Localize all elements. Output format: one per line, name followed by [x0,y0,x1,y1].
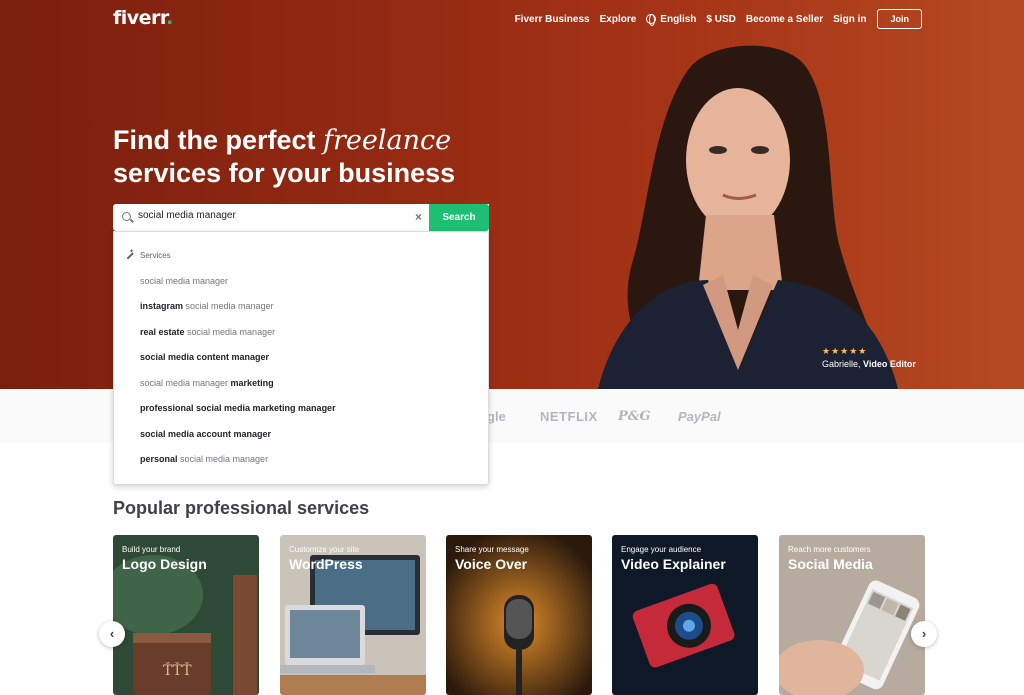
clear-icon[interactable]: × [415,210,422,224]
brand-logo-google: gle [487,409,506,424]
suggestion-item[interactable]: personal social media manager [140,454,268,464]
chevron-right-icon: › [921,626,927,641]
magic-wand-icon [125,248,134,260]
service-card-logo-design[interactable]: ŤŤŤ Build your brand Logo Design [113,535,259,695]
suggestion-item[interactable]: social media manager [140,276,228,286]
suggestions-section-header: Services [125,248,171,260]
nav-sign-in[interactable]: Sign in [833,14,866,25]
nav-become-seller[interactable]: Become a Seller [746,14,823,25]
suggestion-item[interactable]: instagram social media manager [140,301,274,311]
suggestion-item[interactable]: professional social media marketing mana… [140,403,336,413]
fiverr-logo[interactable]: fiverr. [113,7,173,29]
suggestion-item[interactable]: social media content manager [140,352,269,362]
suggestion-item[interactable]: real estate social media manager [140,327,275,337]
brand-logo-paypal: PayPal [678,409,721,424]
service-card-voice-over[interactable]: Share your message Voice Over [446,535,592,695]
nav-language-label: English [660,13,697,25]
card-subtitle: Reach more customers [788,545,871,554]
card-title: Voice Over [455,556,528,572]
service-card-wordpress[interactable]: Customize your site WordPress [280,535,426,695]
caption-name: Gabrielle, [822,359,861,369]
search-input[interactable] [138,210,408,221]
nav-language[interactable]: English [646,13,697,26]
chevron-left-icon: ‹ [109,626,115,641]
caption-role: Video Editor [863,359,916,369]
card-subtitle: Engage your audience [621,545,702,554]
headline-italic: freelance [323,125,452,156]
nav-currency[interactable]: $ USD [706,14,735,25]
attribution-caption: Gabrielle, Video Editor [822,359,916,369]
suggestion-item[interactable]: social media manager marketing [140,378,274,388]
top-navigation: fiverr. Fiverr Business Explore English … [0,0,1024,36]
headline-line2: services for your business [113,158,456,188]
carousel-next-button[interactable]: › [911,621,937,647]
card-title: Social Media [788,556,873,572]
card-title: Video Explainer [621,556,726,572]
service-card-video-explainer[interactable]: Engage your audience Video Explainer [612,535,758,695]
section-label: Services [140,251,171,260]
rating-stars: ★★★★★ [822,346,868,356]
brand-logo-netflix: NETFLIX [540,409,598,424]
suggestion-item[interactable]: social media account manager [140,429,271,439]
headline-text: Find the perfect [113,125,324,155]
svg-text:ŤŤŤ: ŤŤŤ [163,661,192,679]
search-bar: × Search [113,204,489,231]
nav-fiverr-business[interactable]: Fiverr Business [515,14,590,25]
card-subtitle: Share your message [455,545,529,554]
search-icon [122,212,131,221]
join-button[interactable]: Join [877,9,922,29]
search-suggestions-dropdown: Services social media manager instagram … [113,231,489,485]
nav-explore[interactable]: Explore [600,14,637,25]
hero-portrait-image [598,45,898,389]
card-title: WordPress [289,556,363,572]
brand-logo-pg: P&G [618,409,651,424]
hero-attribution: ★★★★★ Gabrielle, Video Editor [822,346,916,369]
nav-links: Fiverr Business Explore English $ USD Be… [505,9,922,29]
globe-icon [646,14,657,26]
carousel-prev-button[interactable]: ‹ [99,621,125,647]
card-subtitle: Build your brand [122,545,181,554]
hero-headline: Find the perfect freelance services for … [113,124,455,190]
service-card-social-media[interactable]: Reach more customers Social Media [779,535,925,695]
search-button[interactable]: Search [429,204,489,231]
card-title: Logo Design [122,556,207,572]
card-subtitle: Customize your site [289,545,360,554]
popular-services-title: Popular professional services [113,498,370,518]
